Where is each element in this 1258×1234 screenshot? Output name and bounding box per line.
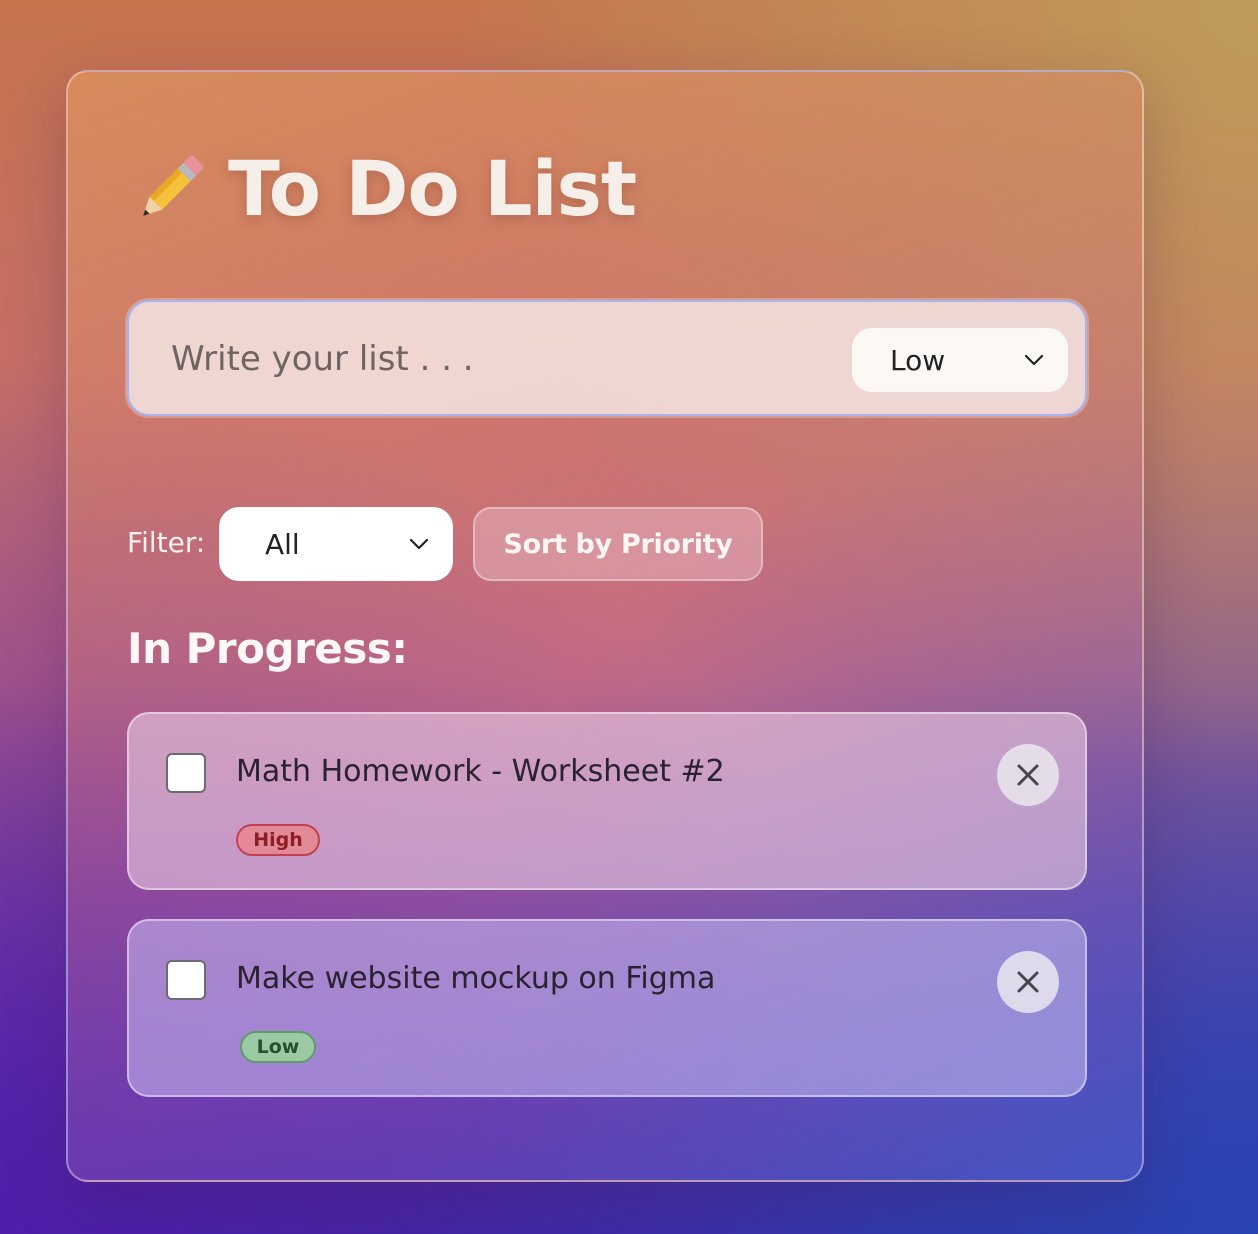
delete-task-button[interactable] [997, 744, 1059, 806]
new-task-bar: Low [127, 300, 1087, 416]
chevron-down-icon [409, 538, 429, 550]
close-icon [1017, 971, 1039, 993]
task-input[interactable] [169, 332, 813, 386]
task-text: Math Homework - Worksheet #2 [236, 754, 725, 789]
task-item: Make website mockup on Figma Low [127, 919, 1087, 1097]
filter-select[interactable]: All [219, 507, 453, 581]
filter-label: Filter: [127, 526, 206, 559]
sort-by-priority-button[interactable]: Sort by Priority [473, 507, 763, 581]
task-text: Make website mockup on Figma [236, 961, 716, 996]
task-checkbox[interactable] [166, 753, 206, 793]
section-title: In Progress: [127, 624, 408, 673]
title-text: To Do List [228, 144, 637, 233]
close-icon [1017, 764, 1039, 786]
priority-badge: Low [240, 1031, 316, 1063]
delete-task-button[interactable] [997, 951, 1059, 1013]
todo-card: To Do List Low Filter: All Sort by Prior… [66, 70, 1144, 1182]
filter-select-value: All [265, 527, 300, 561]
task-checkbox[interactable] [166, 960, 206, 1000]
priority-badge: High [236, 824, 320, 856]
task-item: Math Homework - Worksheet #2 High [127, 712, 1087, 890]
priority-select[interactable]: Low [852, 328, 1068, 392]
page-title: To Do List [128, 144, 637, 233]
priority-select-value: Low [890, 343, 946, 377]
chevron-down-icon [1024, 354, 1044, 366]
pencil-icon [128, 147, 212, 231]
